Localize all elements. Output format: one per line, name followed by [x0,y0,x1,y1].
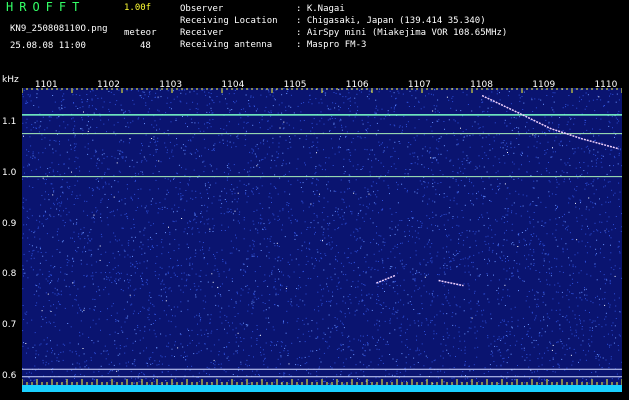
receiver-value: : AirSpy mini (Miakejima VOR 108.65MHz) [296,28,508,38]
observer-value: : K.Nagai [296,4,345,14]
observer-label: Observer [180,4,224,14]
y-tick-label: 0.9 [2,218,17,229]
receiver-label: Receiver [180,28,224,38]
app-title: HROFFT [6,0,86,14]
spectrogram-plot [22,88,622,392]
antenna-label: Receiving antenna [180,40,273,50]
y-tick-label: 0.7 [2,320,17,331]
y-tick-label: 1.1 [2,117,17,128]
y-axis-label: kHz [2,75,19,85]
count-label: 48 [140,41,151,51]
location-label: Receiving Location [180,16,278,26]
antenna-value: : Maspro FM-3 [296,40,367,50]
datetime-label: 25.08.08 11:00 [10,41,86,51]
mode-label: meteor [124,28,157,38]
header-panel: HROFFT 1.00f KN9_250808110O.png meteor 2… [0,0,629,78]
y-tick-label: 1.0 [2,168,17,179]
location-value: : Chigasaki, Japan (139.414 35.340) [296,16,486,26]
y-tick-label: 0.8 [2,269,17,280]
version-label: 1.00f [124,3,152,13]
filename-label: KN9_250808110O.png [10,24,108,34]
y-tick-label: 0.6 [2,370,17,381]
bottom-band [22,385,622,392]
